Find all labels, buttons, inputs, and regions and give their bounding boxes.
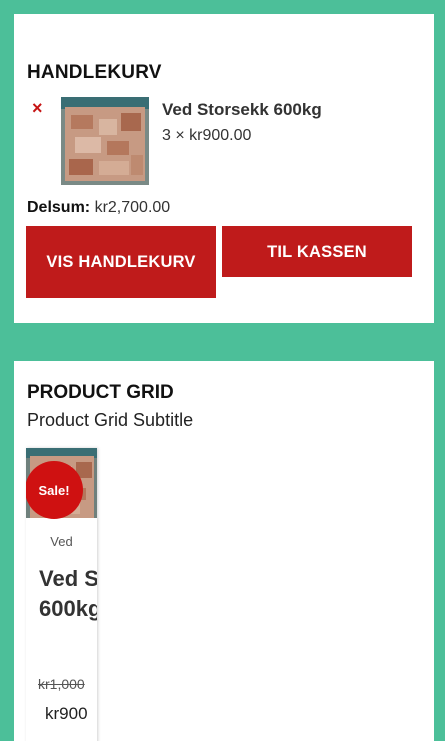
view-cart-button[interactable]: VIS HANDLEKURV — [26, 226, 216, 298]
cart-subtotal: Delsum: kr2,700.00 — [27, 199, 170, 217]
sale-badge: Sale! — [26, 461, 83, 519]
product-grid-title: PRODUCT GRID — [27, 382, 174, 403]
cart-title: HANDLEKURV — [27, 62, 162, 83]
checkout-button[interactable]: TIL KASSEN — [222, 226, 412, 277]
product-card[interactable]: Sale! Ved Ved Storsekk 600kg kr1,000 kr9… — [26, 448, 97, 741]
cart-item-name[interactable]: Ved Storsekk 600kg — [162, 100, 322, 120]
product-thumbnail[interactable] — [61, 97, 149, 185]
product-grid-widget: PRODUCT GRID Product Grid Subtitle Sale!… — [14, 361, 434, 741]
product-name[interactable]: Ved Storsekk 600kg — [39, 564, 97, 624]
cart-widget: HANDLEKURV × Ved Storsekk 600kg 3 × kr90… — [14, 14, 434, 323]
product-sale-price: kr900 — [45, 704, 88, 723]
product-old-price: kr1,000 — [38, 676, 85, 692]
subtotal-label: Delsum: — [27, 199, 91, 216]
remove-item-icon[interactable]: × — [32, 98, 43, 118]
cart-item-quantity-price: 3 × kr900.00 — [162, 127, 252, 144]
product-grid-subtitle: Product Grid Subtitle — [27, 410, 194, 430]
subtotal-value: kr2,700.00 — [94, 199, 171, 216]
product-category[interactable]: Ved — [26, 534, 97, 549]
